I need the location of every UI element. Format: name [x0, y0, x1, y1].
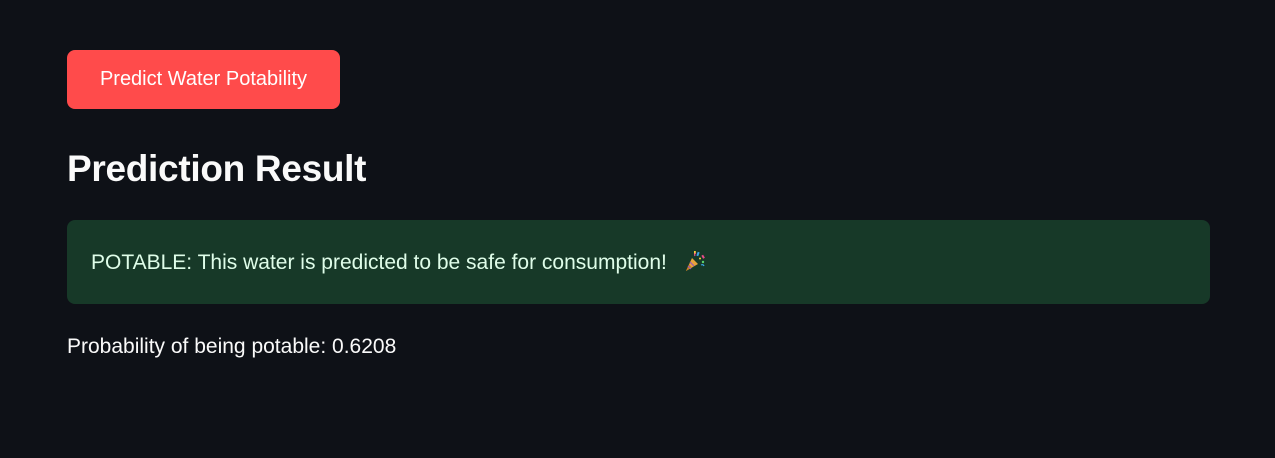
alert-message-text: POTABLE: This water is predicted to be s… [91, 251, 667, 274]
probability-label: Probability of being potable: [67, 335, 327, 358]
party-popper-icon [685, 251, 705, 271]
alert-message: POTABLE: This water is predicted to be s… [91, 249, 707, 275]
probability-value: 0.6208 [332, 335, 397, 358]
probability-text: Probability of being potable: 0.6208 [67, 335, 396, 359]
prediction-result-heading: Prediction Result [67, 148, 367, 189]
app-main: Predict Water Potability Prediction Resu… [0, 0, 1275, 458]
predict-water-potability-button[interactable]: Predict Water Potability [67, 50, 340, 109]
success-alert: POTABLE: This water is predicted to be s… [67, 220, 1210, 304]
